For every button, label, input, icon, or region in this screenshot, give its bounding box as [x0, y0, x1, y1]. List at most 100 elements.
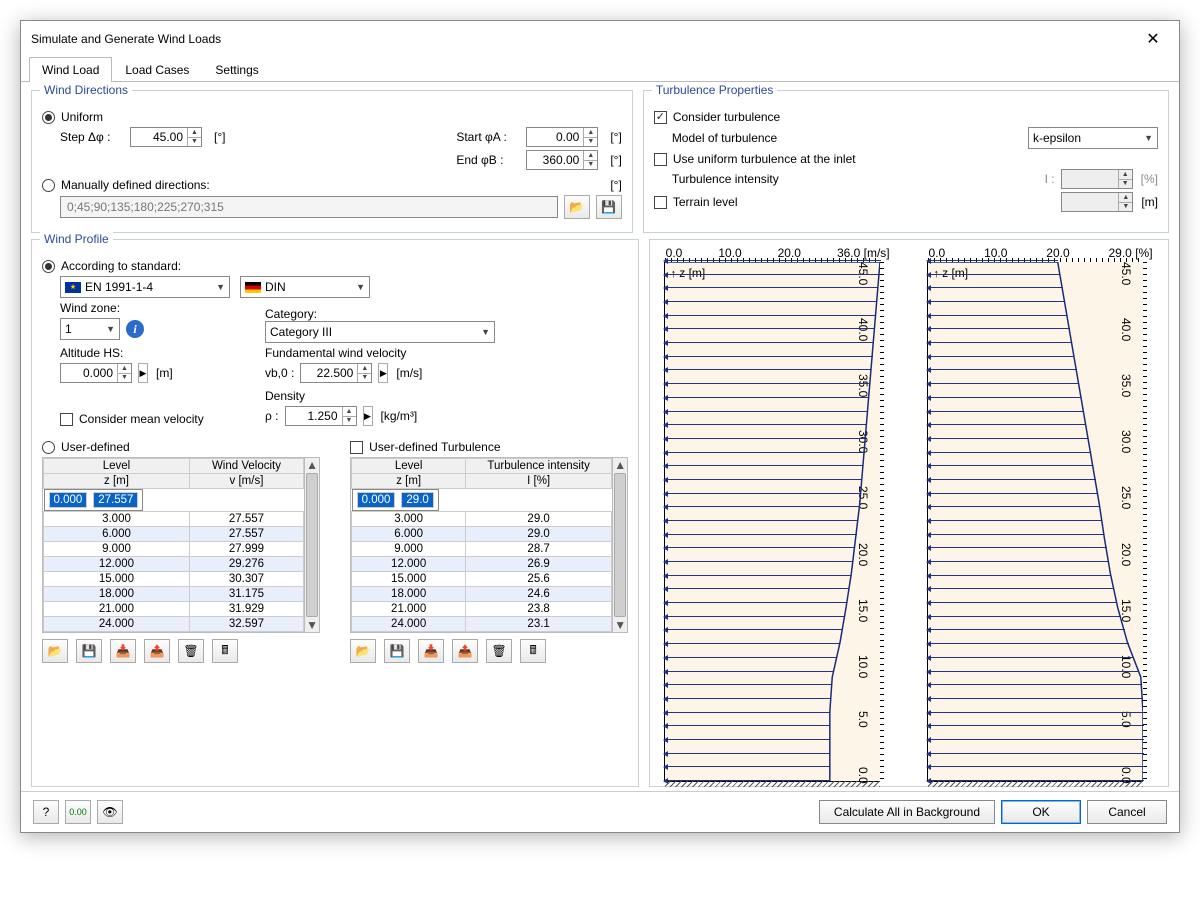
select-turbulence-model[interactable]: k-epsilon▼ [1028, 127, 1158, 149]
table-row[interactable]: 9.00028.7 [352, 542, 612, 557]
help-icon[interactable]: ? [33, 800, 59, 824]
table-row[interactable]: 15.00030.307 [44, 572, 304, 587]
table-row[interactable]: 15.00025.6 [352, 572, 612, 587]
table-row[interactable]: 18.00031.175 [44, 587, 304, 602]
ok-button[interactable]: OK [1001, 800, 1081, 824]
calculator-icon[interactable]: 🖩 [212, 639, 238, 663]
scrollbar[interactable]: ▲▼ [304, 458, 319, 632]
chevron-up-icon[interactable]: ▲ [117, 364, 131, 373]
chevron-up-icon[interactable]: ▲ [187, 128, 201, 137]
tab-load-cases[interactable]: Load Cases [112, 57, 202, 82]
table-row[interactable]: 6.00027.557 [44, 527, 304, 542]
chevron-down-icon[interactable]: ▼ [614, 618, 626, 632]
check-uniform-inlet[interactable] [654, 153, 667, 166]
label-end: End φB : [456, 153, 516, 167]
save-icon[interactable]: 💾 [596, 195, 622, 219]
input-end[interactable] [527, 151, 583, 169]
check-terrain[interactable] [654, 196, 667, 209]
input-start[interactable] [527, 128, 583, 146]
table-row[interactable]: 21.00031.929 [44, 602, 304, 617]
table-row[interactable]: 9.00027.999 [44, 542, 304, 557]
units-icon[interactable]: 0.00 [65, 800, 91, 824]
table-row[interactable]: 12.00029.276 [44, 557, 304, 572]
check-consider-turbulence[interactable] [654, 111, 667, 124]
open-icon[interactable]: 📂 [350, 639, 376, 663]
unit-deg: [°] [214, 130, 225, 144]
chevron-down-icon[interactable]: ▼ [117, 373, 131, 383]
radio-uniform[interactable] [42, 111, 55, 124]
chevron-up-icon[interactable]: ▲ [583, 128, 597, 137]
table-velocity[interactable]: LevelWind Velocityz [m]v [m/s]0.00027.55… [42, 457, 320, 633]
scrollbar-thumb[interactable] [306, 473, 318, 617]
input-step[interactable] [131, 128, 187, 146]
select-standard[interactable]: ★EN 1991-1-4▼ [60, 276, 230, 298]
table-row[interactable]: 12.00026.9 [352, 557, 612, 572]
close-icon[interactable]: ✕ [1137, 29, 1169, 49]
check-mean-velocity[interactable] [60, 413, 73, 426]
table-row[interactable]: 0.00029.0 [352, 489, 439, 511]
chevron-up-icon[interactable]: ▲ [583, 151, 597, 160]
delete-icon[interactable]: 🗑 [178, 639, 204, 663]
select-windzone[interactable]: 1▼ [60, 318, 120, 340]
preview-icon[interactable]: 👁 [97, 800, 123, 824]
save-icon[interactable]: 💾 [384, 639, 410, 663]
chevron-up-icon[interactable]: ▲ [342, 407, 356, 416]
spin-step[interactable]: ▲▼ [130, 127, 202, 147]
tab-wind-load[interactable]: Wind Load [29, 57, 112, 82]
scrollbar-thumb[interactable] [614, 473, 626, 617]
delete-icon[interactable]: 🗑 [486, 639, 512, 663]
tab-settings[interactable]: Settings [202, 57, 271, 82]
excel-export-icon[interactable]: 📤 [144, 639, 170, 663]
check-userturb[interactable] [350, 441, 363, 454]
table-row[interactable]: 24.00023.1 [352, 617, 612, 632]
table-row[interactable]: 24.00032.597 [44, 617, 304, 632]
select-category[interactable]: Category III▼ [265, 321, 495, 343]
chevron-up-icon[interactable]: ▲ [306, 458, 318, 472]
chevron-down-icon[interactable]: ▼ [357, 373, 371, 383]
table-row[interactable]: 0.00027.557 [44, 489, 144, 511]
chevron-down-icon[interactable]: ▼ [306, 618, 318, 632]
radio-manual[interactable] [42, 179, 55, 192]
radio-according[interactable] [42, 260, 55, 273]
input-altitude[interactable] [61, 364, 117, 382]
chevron-right-icon[interactable]: ▶ [378, 363, 388, 383]
table-row[interactable]: 3.00027.557 [44, 512, 304, 527]
chevron-right-icon[interactable]: ▶ [138, 363, 148, 383]
save-icon[interactable]: 💾 [76, 639, 102, 663]
chevron-down-icon[interactable]: ▼ [187, 137, 201, 147]
input-vb0[interactable] [301, 364, 357, 382]
table-row[interactable]: 18.00024.6 [352, 587, 612, 602]
chevron-down-icon[interactable]: ▼ [583, 137, 597, 147]
table-row[interactable]: 3.00029.0 [352, 512, 612, 527]
input-density[interactable] [286, 407, 342, 425]
excel-import-icon[interactable]: 📥 [418, 639, 444, 663]
open-icon[interactable]: 📂 [564, 195, 590, 219]
input-manual-directions[interactable] [60, 196, 558, 218]
select-annex[interactable]: DIN▼ [240, 276, 370, 298]
calculator-icon[interactable]: 🖩 [520, 639, 546, 663]
spin-end[interactable]: ▲▼ [526, 150, 598, 170]
chevron-up-icon[interactable]: ▲ [357, 364, 371, 373]
group-wind-profile: Wind Profile According to standard: ★EN … [31, 239, 639, 787]
spin-start[interactable]: ▲▼ [526, 127, 598, 147]
chevron-down-icon[interactable]: ▼ [342, 416, 356, 426]
cancel-button[interactable]: Cancel [1087, 800, 1167, 824]
chevron-up-icon[interactable]: ▲ [614, 458, 626, 472]
scrollbar[interactable]: ▲▼ [612, 458, 627, 632]
table-turbulence[interactable]: LevelTurbulence intensityz [m]I [%]0.000… [350, 457, 628, 633]
spin-altitude[interactable]: ▲▼ [60, 363, 132, 383]
spin-density[interactable]: ▲▼ [285, 406, 357, 426]
excel-import-icon[interactable]: 📥 [110, 639, 136, 663]
info-icon[interactable]: i [126, 320, 144, 338]
unit-m: [m] [1141, 195, 1158, 209]
radio-userdef[interactable] [42, 441, 55, 454]
excel-export-icon[interactable]: 📤 [452, 639, 478, 663]
chevron-right-icon[interactable]: ▶ [363, 406, 373, 426]
table-row[interactable]: 21.00023.8 [352, 602, 612, 617]
calc-background-button[interactable]: Calculate All in Background [819, 800, 995, 824]
open-icon[interactable]: 📂 [42, 639, 68, 663]
spin-vb0[interactable]: ▲▼ [300, 363, 372, 383]
table-row[interactable]: 6.00029.0 [352, 527, 612, 542]
eu-flag-icon: ★ [65, 282, 81, 293]
chevron-down-icon[interactable]: ▼ [583, 160, 597, 170]
